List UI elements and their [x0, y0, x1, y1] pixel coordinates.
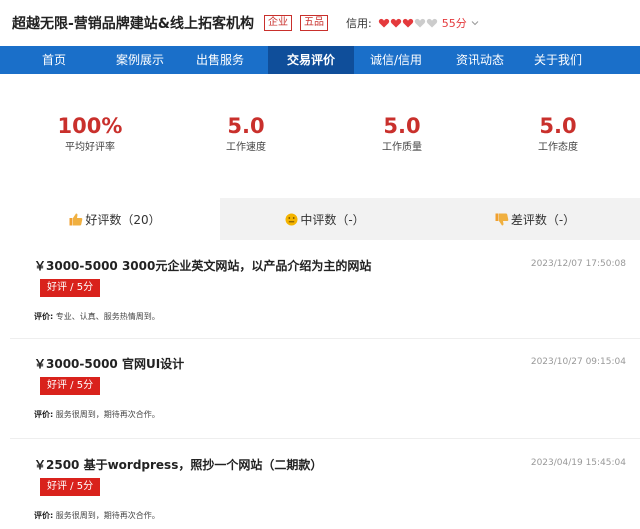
comment-label: 评价:: [34, 511, 54, 520]
rating-badge: 好评 / 5分: [40, 377, 101, 395]
review-item: ￥3000-5000 3000元企业英文网站，以产品介绍为主的网站 2023/1…: [10, 257, 640, 337]
comment-label: 评价:: [34, 312, 54, 321]
tab-label: 中评数（-）: [300, 212, 365, 227]
comment-text: 服务很周到，期待再次合作。: [55, 511, 160, 520]
review-title[interactable]: ￥3000-5000 3000元企业英文网站，以产品介绍为主的网站: [34, 257, 371, 274]
nav-reviews[interactable]: 交易评价: [268, 46, 354, 74]
review-divider: [10, 338, 640, 339]
review-comment: 评价: 服务很周到，期待再次合作。: [34, 409, 160, 420]
thumbs-down-icon: [495, 213, 509, 225]
comment-label: 评价:: [34, 410, 54, 419]
stat-label: 工作质量: [382, 142, 422, 153]
review-item: ￥3000-5000 官网UI设计 2023/10/27 09:15:04 好评…: [10, 355, 640, 435]
review-tabs: 好评数（20） 中评数（-） 差评数（-）: [10, 198, 640, 240]
main-nav: 首页 案例展示 出售服务 交易评价 诚信/信用 资讯动态 关于我们: [0, 46, 640, 74]
stat-value: 5.0: [383, 114, 421, 138]
nav-home[interactable]: 首页: [0, 46, 108, 74]
heart-filled-icon: [402, 18, 413, 28]
review-title[interactable]: ￥3000-5000 官网UI设计: [34, 355, 184, 372]
stat-value: 5.0: [539, 114, 577, 138]
heart-filled-icon: [390, 18, 401, 28]
thumbs-up-icon: [69, 213, 83, 225]
shop-header: 超越无限-营销品牌建站&线上拓客机构 企业 五品 信用: 55分: [0, 0, 640, 46]
tab-bad-reviews[interactable]: 差评数（-）: [430, 198, 640, 240]
heart-empty-icon: [414, 18, 425, 28]
review-date: 2023/10/27 09:15:04: [530, 357, 626, 367]
credit-hearts: [378, 17, 438, 29]
rating-stats: 100% 平均好评率 5.0 工作速度 5.0 工作质量 5.0 工作态度: [0, 112, 640, 162]
rank-tag: 五品: [300, 15, 329, 31]
comment-text: 服务很周到，期待再次合作。: [55, 410, 160, 419]
stat-label: 工作态度: [538, 142, 578, 153]
stat-speed: 5.0 工作速度: [186, 112, 306, 156]
nav-news[interactable]: 资讯动态: [438, 46, 522, 74]
stat-label: 平均好评率: [65, 142, 115, 153]
nav-cases[interactable]: 案例展示: [108, 46, 172, 74]
credit-rating[interactable]: 信用: 55分: [346, 15, 479, 31]
review-title[interactable]: ￥2500 基于wordpress，照抄一个网站（二期款）: [34, 456, 322, 473]
stat-label: 工作速度: [226, 142, 266, 153]
chevron-down-icon[interactable]: [471, 19, 479, 27]
nav-credit[interactable]: 诚信/信用: [354, 46, 438, 74]
stat-value: 5.0: [227, 114, 265, 138]
review-comment: 评价: 专业、认真、服务热情周到。: [34, 311, 160, 322]
enterprise-tag: 企业: [264, 15, 293, 31]
nav-services[interactable]: 出售服务: [172, 46, 268, 74]
stat-quality: 5.0 工作质量: [342, 112, 462, 156]
review-item: ￥2500 基于wordpress，照抄一个网站（二期款） 2023/04/19…: [10, 456, 640, 529]
tab-label: 好评数（20）: [85, 212, 161, 227]
neutral-face-icon: [285, 213, 298, 225]
shop-title[interactable]: 超越无限-营销品牌建站&线上拓客机构: [12, 13, 254, 33]
tab-good-reviews[interactable]: 好评数（20）: [10, 198, 220, 240]
review-comment: 评价: 服务很周到，期待再次合作。: [34, 510, 160, 521]
review-date: 2023/04/19 15:45:04: [530, 458, 626, 468]
credit-label: 信用:: [346, 17, 372, 30]
stat-value: 100%: [57, 114, 123, 138]
tab-label: 差评数（-）: [510, 212, 576, 227]
review-date: 2023/12/07 17:50:08: [530, 259, 626, 269]
credit-score: 55分: [441, 17, 467, 30]
heart-empty-icon: [426, 18, 437, 28]
comment-text: 专业、认真、服务热情周到。: [55, 312, 160, 321]
heart-filled-icon: [378, 18, 389, 28]
stat-attitude: 5.0 工作态度: [498, 112, 618, 156]
rating-badge: 好评 / 5分: [40, 478, 101, 496]
tab-neutral-reviews[interactable]: 中评数（-）: [220, 198, 430, 240]
rating-badge: 好评 / 5分: [40, 279, 101, 297]
nav-about[interactable]: 关于我们: [522, 46, 594, 74]
stat-good-rate: 100% 平均好评率: [30, 112, 150, 156]
review-divider: [10, 438, 640, 439]
